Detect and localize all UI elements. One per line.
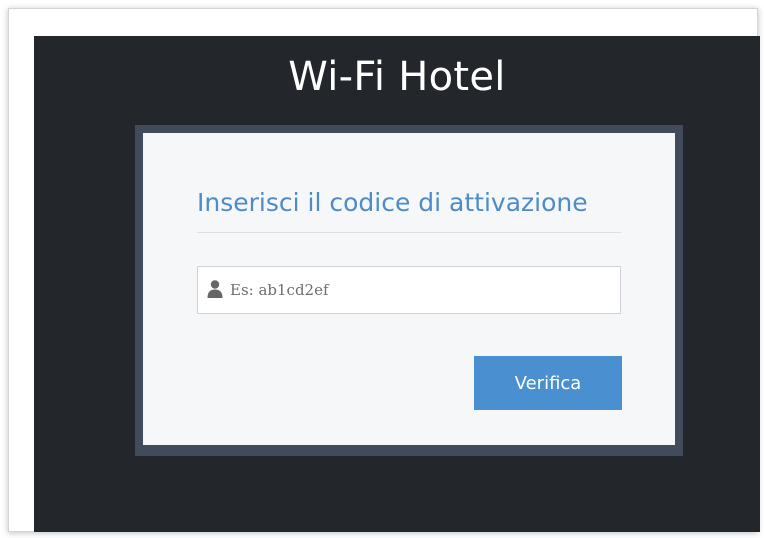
user-icon (207, 280, 223, 298)
activation-code-input[interactable] (230, 267, 610, 313)
app-title: Wi-Fi Hotel (288, 54, 506, 100)
heading-divider (197, 232, 621, 233)
verify-button[interactable]: Verifica (474, 356, 622, 410)
activation-panel: Inserisci il codice di attivazione Verif… (143, 133, 675, 445)
activation-code-field[interactable] (197, 266, 621, 314)
portal-screen: Wi-Fi Hotel Inserisci il codice di attiv… (34, 36, 760, 532)
activation-heading: Inserisci il codice di attivazione (197, 188, 588, 217)
browser-frame: Wi-Fi Hotel Inserisci il codice di attiv… (8, 8, 760, 532)
